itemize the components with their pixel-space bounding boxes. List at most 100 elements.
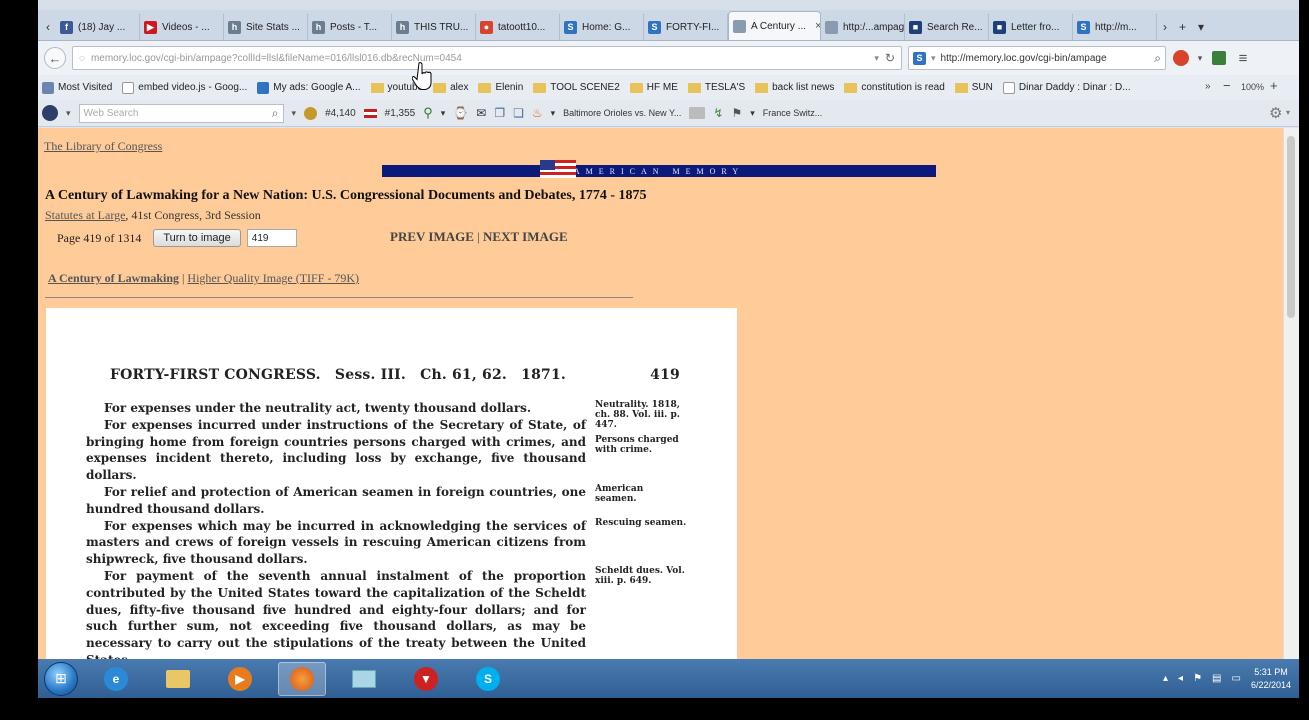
scrollbar-thumb[interactable] bbox=[1287, 136, 1295, 318]
photo-icon[interactable] bbox=[689, 107, 706, 119]
bookmark-item[interactable]: constitution is read bbox=[844, 82, 945, 93]
timer-icon[interactable]: ⌚ bbox=[453, 106, 468, 120]
browser-tab[interactable]: ● tatoott10... bbox=[476, 14, 560, 40]
zoom-level[interactable]: 100% bbox=[1241, 82, 1264, 92]
copy-icon[interactable]: ❐ bbox=[494, 106, 505, 120]
browser-tab[interactable]: S FORTY-FI... bbox=[644, 14, 728, 40]
map-pin-icon[interactable]: ⚑ bbox=[731, 106, 742, 120]
zoom-in-icon[interactable]: + bbox=[1270, 78, 1278, 93]
internet-explorer-icon[interactable]: e bbox=[92, 662, 140, 696]
settings-dropdown-icon[interactable]: ▾ bbox=[1286, 108, 1290, 117]
search-engine-dropdown-icon[interactable]: ▾ bbox=[931, 53, 936, 64]
flame-icon[interactable]: ♨ bbox=[532, 106, 543, 120]
green-addon-icon[interactable] bbox=[1210, 49, 1228, 67]
bookmark-item[interactable]: back list news bbox=[755, 82, 834, 93]
power-icon[interactable]: ▭ bbox=[1232, 673, 1241, 684]
adblock-icon[interactable] bbox=[1172, 49, 1190, 67]
toolbar-logo-icon[interactable] bbox=[42, 105, 58, 121]
media-player-icon[interactable]: ▶ bbox=[216, 662, 264, 696]
window-app-icon[interactable] bbox=[340, 662, 388, 696]
screen: ‹ f (18) Jay ... ▶ Videos - ... h Site Stats … bbox=[38, 0, 1299, 698]
search-icon[interactable]: ⌕ bbox=[1154, 51, 1161, 66]
link-dropdown-icon[interactable]: ▾ bbox=[441, 108, 446, 119]
new-tab-icon[interactable]: + bbox=[1173, 14, 1192, 40]
bookmark-item[interactable]: embed video.js - Goog... bbox=[122, 81, 247, 94]
browser-tab[interactable]: h Posts - T... bbox=[308, 14, 392, 40]
settings-gear-icon[interactable]: ⚙ bbox=[1269, 104, 1282, 122]
bookmark-item[interactable]: Dinar Daddy : Dinar : D... bbox=[1002, 81, 1131, 94]
prev-image-link[interactable]: PREV IMAGE bbox=[390, 229, 474, 244]
map-pin-dropdown-icon[interactable]: ▾ bbox=[750, 108, 755, 119]
bookmark-item[interactable]: TESLA'S bbox=[687, 82, 745, 93]
zoom-out-icon[interactable]: − bbox=[1223, 78, 1231, 93]
flag-icon[interactable]: ⚑ bbox=[1193, 673, 1202, 684]
page-icon bbox=[733, 19, 746, 33]
web-search-dropdown-icon[interactable]: ▾ bbox=[292, 108, 297, 119]
bookmark-item[interactable]: SUN bbox=[954, 82, 993, 93]
news-link-1[interactable]: Baltimore Orioles vs. New Y... bbox=[563, 108, 681, 118]
bookmarks-overflow-icon[interactable]: » bbox=[1205, 81, 1211, 92]
browser-tab[interactable]: h Site Stats ... bbox=[224, 14, 308, 40]
clock[interactable]: 5:31 PM 6/22/2014 bbox=[1251, 666, 1291, 692]
toolbar-logo-dropdown-icon[interactable]: ▾ bbox=[66, 108, 71, 119]
browser-tab[interactable]: h THIS TRU... bbox=[392, 14, 476, 40]
high-quality-image-link[interactable]: Higher Quality Image (TIFF - 79K) bbox=[187, 271, 359, 285]
search-engine-icon[interactable]: S bbox=[913, 51, 926, 65]
menu-bar bbox=[38, 0, 1299, 10]
global-rank[interactable]: #4,140 bbox=[325, 108, 356, 119]
century-of-lawmaking-link[interactable]: A Century of Lawmaking bbox=[48, 271, 179, 285]
file-explorer-icon[interactable] bbox=[154, 662, 202, 696]
search-bar[interactable]: S ▾ http://memory.loc.gov/cgi-bin/ampage… bbox=[908, 46, 1166, 70]
reload-icon[interactable]: ↻ bbox=[885, 51, 895, 65]
skype-icon[interactable]: S bbox=[464, 662, 512, 696]
refresh-arrow-icon[interactable]: ↯ bbox=[713, 106, 723, 120]
statutes-at-large-link[interactable]: Statutes at Large bbox=[45, 208, 125, 222]
american-memory-banner[interactable]: AMERICAN MEMORY bbox=[382, 165, 936, 177]
back-button[interactable]: ← bbox=[44, 47, 66, 69]
network-icon[interactable]: ▤ bbox=[1212, 673, 1221, 684]
url-dropdown-icon[interactable]: ▾ bbox=[874, 53, 879, 64]
url-text[interactable]: memory.loc.gov/cgi-bin/ampage?collId=lls… bbox=[91, 53, 868, 64]
browser-tab[interactable]: ▶ Videos - ... bbox=[140, 14, 224, 40]
mail-icon[interactable]: ✉ bbox=[476, 106, 486, 120]
us-rank[interactable]: #1,355 bbox=[385, 108, 416, 119]
bookmark-item[interactable]: Most Visited bbox=[42, 81, 112, 94]
browser-tab[interactable]: Shttp://m... bbox=[1073, 14, 1157, 40]
browser-tab[interactable]: ■ Letter fro... bbox=[989, 14, 1073, 40]
vertical-scrollbar[interactable] bbox=[1283, 128, 1299, 659]
link-icon[interactable]: ⚲ bbox=[423, 105, 433, 121]
browser-tab[interactable]: S Home: G... bbox=[560, 14, 644, 40]
tab-scroll-right-icon[interactable]: › bbox=[1157, 14, 1173, 40]
tab-list-icon[interactable]: ▾ bbox=[1192, 14, 1210, 40]
page-number-input[interactable]: 419 bbox=[246, 229, 297, 247]
next-image-link[interactable]: NEXT IMAGE bbox=[483, 229, 568, 244]
news-link-2[interactable]: France Switz... bbox=[763, 108, 823, 118]
turn-to-image-button[interactable]: Turn to image bbox=[153, 229, 241, 247]
tray-arrow-icon[interactable]: ▴ bbox=[1163, 673, 1168, 684]
start-button[interactable]: ⊞ bbox=[44, 661, 78, 696]
bookmark-item[interactable]: HF ME bbox=[629, 82, 678, 93]
browser-tab[interactable]: http:/...ampage bbox=[821, 14, 905, 40]
bookmark-item[interactable]: TOOL SCENE2 bbox=[533, 82, 620, 93]
addon-dropdown-icon[interactable]: ▾ bbox=[1196, 49, 1204, 67]
flame-dropdown-icon[interactable]: ▾ bbox=[551, 108, 556, 119]
browser-tab[interactable]: f (18) Jay ... bbox=[56, 14, 140, 40]
tab-scroll-left-icon[interactable]: ‹ bbox=[40, 14, 56, 40]
browser-tab[interactable]: ■ Search Re... bbox=[905, 14, 989, 40]
bookmark-item[interactable]: My ads: Google A... bbox=[257, 81, 361, 94]
paste-icon[interactable]: ❏ bbox=[513, 106, 524, 120]
bookmark-item[interactable]: Elenin bbox=[478, 82, 523, 93]
search-text[interactable]: http://memory.loc.gov/cgi-bin/ampage bbox=[941, 53, 1150, 64]
rank-globe-icon[interactable] bbox=[304, 106, 318, 120]
library-of-congress-link[interactable]: The Library of Congress bbox=[44, 139, 162, 154]
facebook-icon: f bbox=[60, 20, 73, 34]
web-search-icon[interactable]: ⌕ bbox=[272, 106, 279, 121]
volume-icon[interactable]: ◂ bbox=[1178, 673, 1183, 684]
bookmark-item[interactable]: alex bbox=[433, 82, 468, 93]
web-search-input[interactable]: Web Search ⌕ bbox=[78, 103, 284, 123]
menu-icon[interactable]: ≡ bbox=[1234, 49, 1252, 67]
browser-tab[interactable]: A Century ... × bbox=[728, 11, 821, 40]
url-bar[interactable]: ◌ memory.loc.gov/cgi-bin/ampage?collId=l… bbox=[72, 46, 902, 70]
red-app-icon[interactable]: ▼ bbox=[402, 662, 450, 696]
firefox-icon[interactable] bbox=[278, 661, 326, 696]
